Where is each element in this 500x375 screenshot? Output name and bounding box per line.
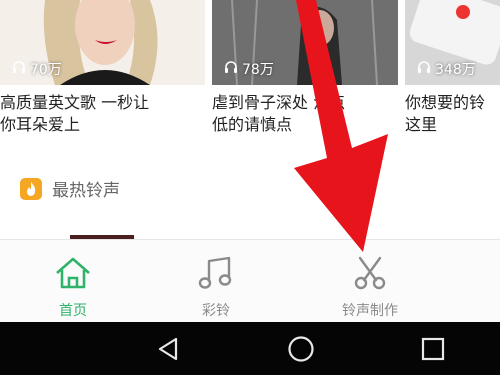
title-line: 你想要的铃 [405, 93, 486, 112]
headphones-icon [417, 60, 431, 78]
play-count-text: 348万 [435, 62, 476, 78]
section-title: 最热铃声 [52, 181, 120, 201]
tab-label: 彩铃 [202, 303, 230, 319]
play-count: 70万 [12, 59, 62, 79]
play-count-text: 78万 [242, 62, 274, 78]
tab-ringtone-maker[interactable]: 铃声制作 [310, 240, 430, 323]
play-count-text: 70万 [30, 62, 62, 78]
home-icon [54, 240, 92, 294]
content-strip [0, 210, 500, 240]
bottom-tab-bar: 首页 彩铃 铃声制作 [0, 239, 500, 322]
playlist-cards: 70万 高质量英文歌 一秒让 你耳朵爱上 78万 虐到骨子深处 泪点 低的请慎点… [0, 0, 500, 150]
headphones-icon [224, 60, 238, 78]
title-line: 高质量英文歌 一秒让 [0, 93, 150, 112]
title-line: 低的请慎点 [212, 115, 293, 134]
play-count: 348万 [417, 59, 476, 79]
title-line: 虐到骨子深处 泪点 [212, 93, 346, 112]
tab-color-ringtone[interactable]: 彩铃 [156, 240, 276, 323]
playlist-title: 你想要的铃 这里 [405, 92, 485, 136]
title-line: 你耳朵爱上 [0, 115, 81, 134]
hot-ringtones-header: 最热铃声 [20, 176, 120, 201]
flame-icon [20, 177, 42, 200]
music-note-icon [196, 240, 236, 294]
scissors-icon [350, 240, 390, 294]
playlist-cover: 78万 [212, 0, 398, 85]
playlist-title: 高质量英文歌 一秒让 你耳朵爱上 [0, 92, 149, 136]
system-nav-bar [0, 322, 500, 375]
tab-label: 首页 [59, 303, 87, 319]
tab-label: 铃声制作 [342, 303, 398, 319]
playlist-cover: 348万 [405, 0, 500, 85]
headphones-icon [12, 60, 26, 78]
playlist-cover: 70万 [0, 0, 205, 85]
playlist-title: 虐到骨子深处 泪点 低的请慎点 [212, 92, 345, 136]
play-count: 78万 [224, 59, 274, 79]
tab-home[interactable]: 首页 [13, 240, 133, 323]
title-line: 这里 [405, 115, 438, 134]
back-icon[interactable] [155, 336, 181, 366]
recents-icon[interactable] [421, 337, 445, 365]
home-circle-icon[interactable] [287, 335, 315, 367]
